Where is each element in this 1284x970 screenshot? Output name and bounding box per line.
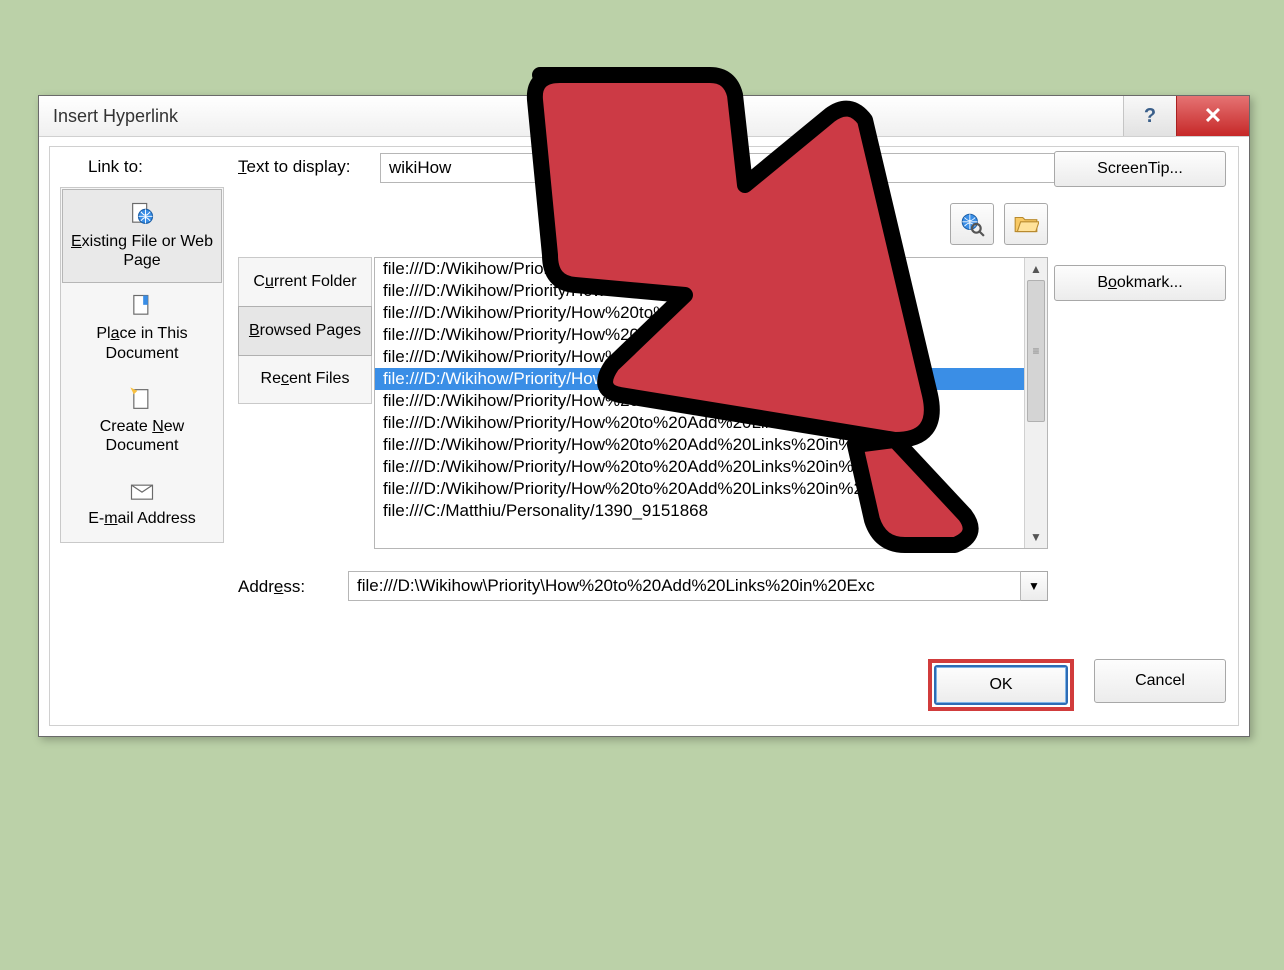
file-list-item[interactable]: file:///D:/Wikihow/Priority/How%20to%20A…	[375, 412, 1047, 434]
browse-file-button[interactable]	[1004, 203, 1048, 245]
sub-sidebar-label: Recent Files	[261, 370, 350, 387]
file-list-item[interactable]: file:///D:/Wikihow/Priority/How%20to%20A…	[375, 346, 1047, 368]
email-icon	[128, 477, 156, 505]
insert-hyperlink-dialog: Insert Hyperlink ? ✕ Link to: Existing F…	[38, 95, 1250, 737]
sidebar-item-place-in-document[interactable]: Place in This Document	[63, 282, 221, 374]
close-icon: ✕	[1204, 103, 1222, 129]
browse-web-button[interactable]	[950, 203, 994, 245]
dialog-content: Link to: Existing File or Web Page Place…	[49, 146, 1239, 726]
scroll-thumb[interactable]	[1027, 280, 1045, 422]
file-list-item[interactable]: file:///D:/Wikihow/Priority/How%20to%20A…	[375, 280, 1047, 302]
dialog-buttons: OK Cancel	[928, 659, 1226, 711]
browse-buttons	[950, 203, 1048, 245]
ok-button[interactable]: OK	[934, 665, 1068, 705]
address-field: ▼	[348, 571, 1048, 601]
scrollbar[interactable]: ▲ ▼	[1024, 258, 1047, 548]
help-button[interactable]: ?	[1123, 96, 1176, 136]
sub-sidebar-current-folder[interactable]: Current Folder	[239, 258, 371, 307]
sub-sidebar-label: Browsed Pages	[249, 322, 361, 339]
file-list-item[interactable]: file:///C:/Matthiu/Personality/1390_9151…	[375, 500, 1047, 522]
ok-button-highlight: OK	[928, 659, 1074, 711]
file-list-item[interactable]: file:///D:/Wikihow/Priority/How%20to%20A…	[375, 368, 1047, 390]
sidebar-item-label: Existing File or Web Page	[71, 233, 213, 269]
link-to-sidebar: Existing File or Web Page Place in This …	[60, 187, 224, 543]
file-list-item[interactable]: file:///D:/Wikihow/Priority/How%20to%20A…	[375, 324, 1047, 346]
text-to-display-label: Text to display:	[238, 157, 350, 177]
globe-search-icon	[959, 211, 985, 237]
sidebar-item-label: E-mail Address	[88, 510, 196, 527]
text-to-display-input[interactable]	[380, 153, 1066, 183]
sidebar-item-create-new[interactable]: Create New Document	[63, 375, 221, 467]
link-to-label: Link to:	[88, 157, 143, 177]
folder-open-icon	[1013, 211, 1039, 237]
sidebar-item-existing-file[interactable]: Existing File or Web Page	[62, 189, 222, 283]
address-input[interactable]	[348, 571, 1021, 601]
sub-sidebar-recent-files[interactable]: Recent Files	[239, 355, 371, 403]
file-list-item[interactable]: file:///D:/Wikihow/Priority/How%20to%20A…	[375, 390, 1047, 412]
dialog-title: Insert Hyperlink	[53, 106, 178, 127]
file-list-item[interactable]: file:///D:/Wikihow/Priority/How%20to%20A…	[375, 456, 1047, 478]
scroll-down-arrow-icon[interactable]: ▼	[1025, 526, 1047, 548]
sidebar-item-label: Place in This Document	[96, 325, 187, 361]
close-button[interactable]: ✕	[1176, 96, 1249, 136]
help-icon: ?	[1144, 105, 1156, 128]
sub-sidebar-browsed-pages[interactable]: Browsed Pages	[238, 306, 372, 356]
titlebar: Insert Hyperlink ? ✕	[39, 96, 1249, 137]
file-list-item[interactable]: file:///D:/Wikihow/Priority/How%20to%20A…	[375, 434, 1047, 456]
document-bookmark-icon	[128, 292, 156, 320]
button-label: Bookmark...	[1097, 274, 1182, 292]
globe-page-icon	[128, 200, 156, 228]
file-list-item[interactable]: file:///D:/Wikihow/Priority/How%20to%20A…	[375, 258, 1047, 280]
file-list-item[interactable]: file:///D:/Wikihow/Priority/How%20to%20A…	[375, 478, 1047, 500]
sub-sidebar-label: Current Folder	[253, 273, 356, 290]
button-label: ScreenTip...	[1097, 160, 1183, 178]
button-label: OK	[989, 676, 1012, 694]
button-label: Cancel	[1135, 672, 1185, 690]
titlebar-buttons: ? ✕	[1123, 96, 1249, 136]
sidebar-item-email[interactable]: E-mail Address	[63, 467, 221, 540]
address-dropdown-button[interactable]: ▼	[1021, 571, 1048, 601]
file-list-item[interactable]: file:///D:/Wikihow/Priority/How%20to%20A…	[375, 302, 1047, 324]
address-label: Address:	[238, 577, 305, 597]
look-in-sidebar: Current Folder Browsed Pages Recent File…	[238, 257, 372, 404]
sidebar-item-label: Create New Document	[100, 418, 184, 454]
screentip-button[interactable]: ScreenTip...	[1054, 151, 1226, 187]
file-list[interactable]: file:///D:/Wikihow/Priority/How%20to%20A…	[374, 257, 1048, 549]
new-document-icon	[128, 385, 156, 413]
bookmark-button[interactable]: Bookmark...	[1054, 265, 1226, 301]
cancel-button[interactable]: Cancel	[1094, 659, 1226, 703]
chevron-down-icon: ▼	[1028, 579, 1040, 593]
scroll-up-arrow-icon[interactable]: ▲	[1025, 258, 1047, 280]
